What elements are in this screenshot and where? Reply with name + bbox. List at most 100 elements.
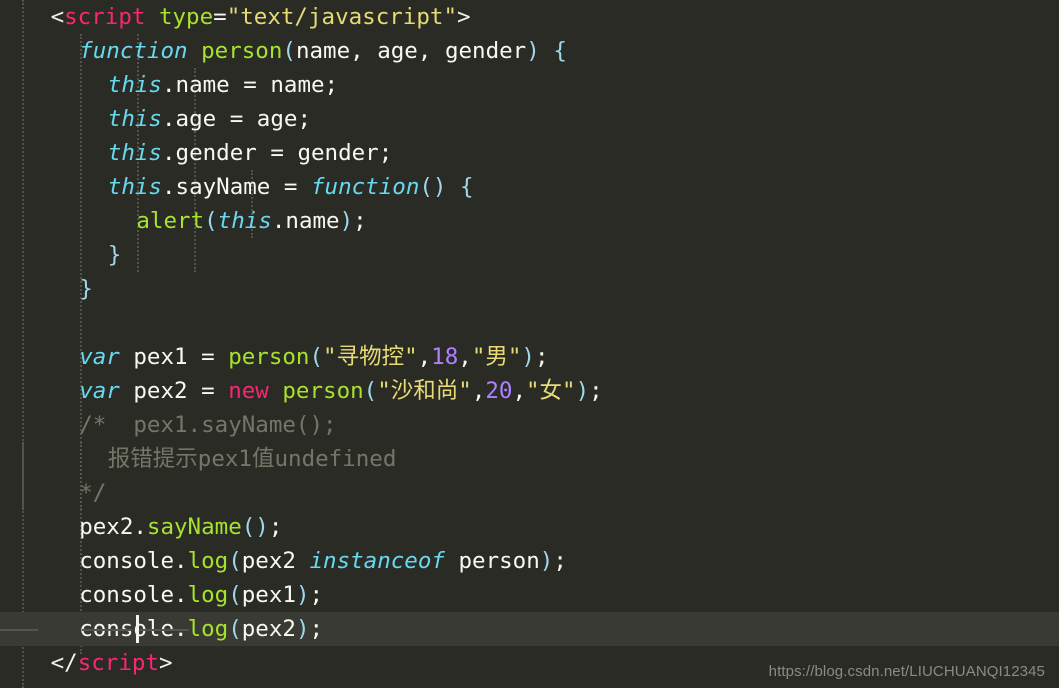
whitespace-indicator [0,629,38,631]
code-line[interactable]: alert(this.name); [0,204,1059,238]
token-plain: ; [268,514,283,540]
token-paren: ( [419,174,433,200]
token-punct: </ [50,650,78,676]
code-line-text: <script type="text/javascript"> [0,0,471,34]
token-number: 20 [485,378,513,404]
code-line[interactable]: 报错提示pex1值undefined [0,442,1059,476]
code-line[interactable]: var pex2 = new person("沙和尚",20,"女"); [0,374,1059,408]
whitespace-indicator [82,629,132,631]
token-paren: ( [228,582,242,608]
token-plain: , [458,344,472,370]
token-comment: 报错提示pex1值undefined [107,446,397,472]
code-line-text: console.log(pex2 instanceof person); [0,544,567,578]
code-line-text: </script> [0,646,173,680]
token-plain: pex2 [241,548,310,574]
token-plain: , [417,344,432,370]
code-line[interactable]: this.age = age; [0,102,1059,136]
token-fn: person [228,344,310,370]
code-line-text: alert(this.name); [0,204,367,238]
code-line[interactable]: */ [0,476,1059,510]
token-paren: ) [295,582,310,608]
text-caret [136,615,139,643]
token-tag: script [77,650,159,676]
token-keyword: var [79,378,120,404]
code-line[interactable]: } [0,238,1059,272]
token-paren: ) [255,514,269,540]
token-fn: sayName [146,514,242,540]
token-keyword: function [79,38,188,64]
code-line[interactable]: function person(name, age, gender) { [0,34,1059,68]
token-keyword: instanceof [309,548,445,574]
code-line[interactable]: console.log(pex1); [0,578,1059,612]
token-plain: pex2 = [119,378,229,404]
token-plain: ; [353,208,367,234]
token-number: 18 [431,344,459,370]
token-fn: alert [136,208,205,234]
token-plain: ; [309,582,324,608]
code-line[interactable]: console.log(pex2 instanceof person); [0,544,1059,578]
token-keyword: this [107,72,162,98]
token-plain: person [444,548,540,574]
token-paren: ( [204,208,218,234]
code-surface[interactable]: <script type="text/javascript"> function … [0,0,1059,688]
code-line-text: this.sayName = function() { [0,170,474,204]
code-line-text: var pex2 = new person("沙和尚",20,"女"); [0,374,603,408]
code-line[interactable]: /* pex1.sayName(); [0,408,1059,442]
code-line[interactable]: this.name = name; [0,68,1059,102]
code-line[interactable]: <script type="text/javascript"> [0,0,1059,34]
token-keyword: this [107,174,162,200]
token-attr: type [158,4,214,30]
token-plain: .sayName = [161,174,311,200]
code-line-text: pex2.sayName(); [0,510,282,544]
token-plain: name, age, gender [295,38,527,64]
token-plain: , [512,378,526,404]
token-paren: } [107,242,122,268]
token-paren: ) [526,38,540,64]
token-paren: ( [241,514,256,540]
token-paren: ( [309,344,324,370]
token-plain: ; [534,344,549,370]
token-plain: .age = age; [161,106,311,132]
token-paren: { [460,174,474,200]
code-line[interactable]: this.gender = gender; [0,136,1059,170]
token-fn: person [201,38,283,64]
token-paren: ( [228,548,242,574]
code-line[interactable] [0,306,1059,340]
token-fn: log [187,548,229,574]
code-line-text: } [0,238,122,272]
token-string: "沙和尚" [377,378,472,404]
code-line-text: } [0,272,93,306]
code-line[interactable]: pex2.sayName(); [0,510,1059,544]
code-line[interactable]: var pex1 = person("寻物控",18,"男"); [0,340,1059,374]
code-line-text: */ [0,476,106,510]
token-plain: ; [589,378,603,404]
token-tag: script [64,4,146,30]
token-paren: { [553,38,567,64]
token-string: "男" [471,344,522,370]
token-plain: ; [553,548,567,574]
token-paren: ( [228,616,242,642]
token-plain: .gender = gender; [161,140,393,166]
code-editor[interactable]: <script type="text/javascript"> function … [0,0,1059,688]
token-op: = [213,4,227,30]
token-kw-pink: new [228,378,269,404]
code-line-text: this.name = name; [0,68,338,102]
token-plain: .name = name; [161,72,339,98]
token-string: "寻物控" [323,344,418,370]
code-line-text: /* pex1.sayName(); [0,408,337,442]
token-comment: /* pex1.sayName(); [79,412,337,438]
code-line[interactable]: this.sayName = function() { [0,170,1059,204]
code-line[interactable]: } [0,272,1059,306]
token-plain: console. [79,548,188,574]
token-paren: ) [295,616,310,642]
token-keyword: var [79,344,120,370]
token-paren: ) [539,548,554,574]
token-string: "text/javascript" [226,4,457,30]
token-plain: console. [79,582,188,608]
whitespace-indicator [139,629,189,631]
